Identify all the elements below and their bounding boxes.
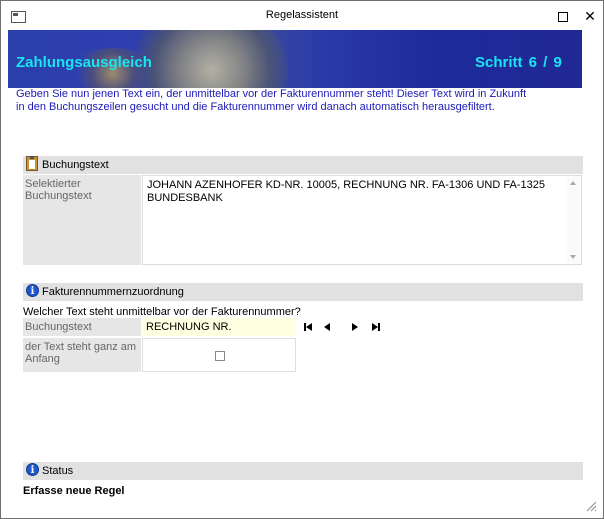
last-icon	[372, 323, 380, 331]
prefix-text-input[interactable]: RECHNUNG NR.	[142, 318, 296, 336]
at-start-checkbox-cell	[142, 338, 296, 372]
at-start-checkbox[interactable]	[215, 351, 225, 361]
section-header-buchungstext: Buchungstext	[23, 156, 583, 174]
instructions-text: Geben Sie nun jenen Text ein, der unmitt…	[16, 88, 576, 114]
section-title-invoice-assignment: Fakturennummernzuordnung	[42, 286, 184, 298]
next-button[interactable]	[347, 320, 363, 334]
next-icon	[352, 323, 358, 331]
last-button[interactable]	[368, 320, 384, 334]
textarea-scrollbar[interactable]	[567, 176, 581, 264]
previous-icon	[324, 323, 330, 331]
instructions-line-2: in den Buchungszeilen gesucht und die Fa…	[16, 101, 495, 113]
wizard-step-title: Zahlungsausgleich	[16, 54, 152, 71]
first-button[interactable]	[300, 320, 316, 334]
invoice-prefix-question: Welcher Text steht unmittelbar vor der F…	[23, 306, 301, 318]
window-title: Regelassistent	[265, 9, 339, 21]
wizard-window: Regelassistent ✕ Zahlungsausgleich Schri…	[0, 0, 604, 519]
status-message: Erfasse neue Regel	[23, 485, 125, 497]
clipboard-icon	[26, 156, 38, 171]
section-title-buchungstext: Buchungstext	[42, 159, 109, 171]
at-start-checkbox-label: der Text steht ganz am Anfang	[23, 338, 141, 372]
wizard-step-counter: Schritt 6 / 9	[475, 54, 562, 71]
instructions-line-1: Geben Sie nun jenen Text ein, der unmitt…	[16, 88, 527, 100]
section-header-status: i Status	[23, 462, 583, 480]
resize-grip-icon[interactable]	[585, 500, 597, 512]
previous-button[interactable]	[319, 320, 335, 334]
close-icon: ✕	[584, 8, 596, 24]
maximize-icon	[558, 11, 568, 22]
section-header-invoice-assignment: i Fakturennummernzuordnung	[23, 283, 583, 301]
first-icon	[304, 323, 312, 331]
selected-booking-text-area[interactable]: JOHANN AZENHOFER KD-NR. 10005, RECHNUNG …	[142, 175, 582, 265]
title-bar[interactable]: Regelassistent ✕	[1, 1, 603, 30]
booking-text-line-1: JOHANN AZENHOFER KD-NR. 10005, RECHNUNG …	[147, 179, 545, 191]
maximize-button[interactable]	[549, 5, 577, 27]
section-title-status: Status	[42, 465, 74, 477]
info-icon: i	[26, 284, 39, 297]
prefix-field-label: Buchungstext	[23, 318, 141, 336]
booking-text-line-2: BUNDESBANK	[147, 192, 223, 204]
scroll-up-icon[interactable]	[570, 181, 576, 185]
selected-text-label: Selektierter Buchungstext	[23, 175, 141, 265]
close-button[interactable]: ✕	[576, 5, 604, 27]
info-icon: i	[26, 463, 39, 476]
wizard-banner: Zahlungsausgleich Schritt 6 / 9	[8, 30, 582, 88]
scroll-down-icon[interactable]	[570, 255, 576, 259]
